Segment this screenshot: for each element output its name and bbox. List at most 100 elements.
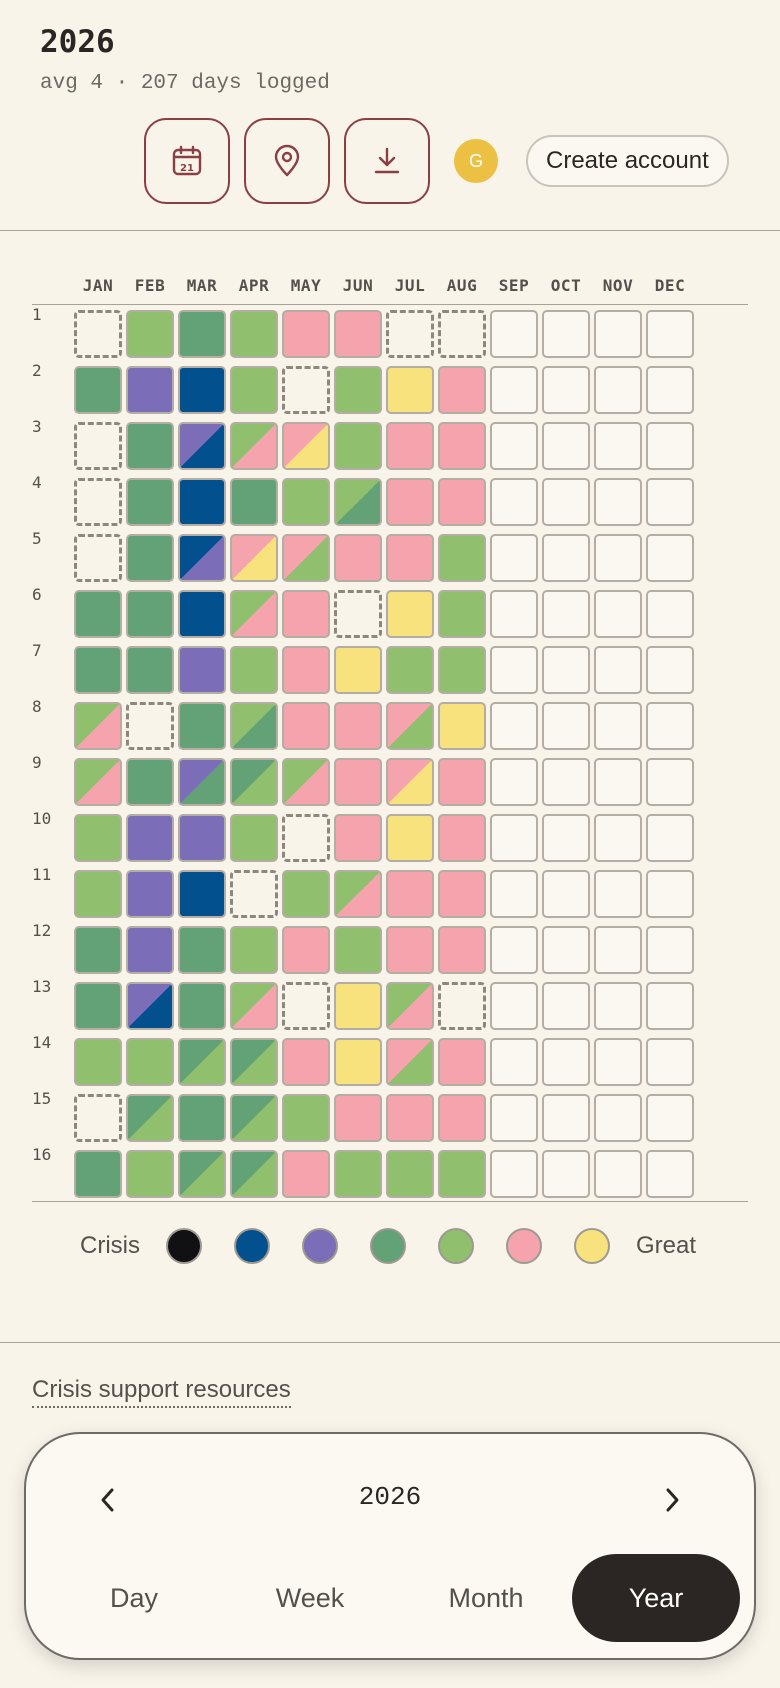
day-cell[interactable] (74, 366, 122, 414)
day-cell[interactable] (594, 1038, 642, 1086)
day-cell[interactable] (490, 926, 538, 974)
day-cell[interactable] (334, 758, 382, 806)
day-cell[interactable] (74, 310, 122, 358)
day-cell[interactable] (438, 478, 486, 526)
day-cell[interactable] (74, 982, 122, 1030)
day-cell[interactable] (542, 1094, 590, 1142)
view-tab-week[interactable]: Week (232, 1554, 388, 1642)
day-cell[interactable] (594, 646, 642, 694)
day-cell[interactable] (646, 1094, 694, 1142)
day-cell[interactable] (230, 422, 278, 470)
day-cell[interactable] (542, 1038, 590, 1086)
day-cell[interactable] (438, 870, 486, 918)
day-cell[interactable] (542, 702, 590, 750)
day-cell[interactable] (386, 534, 434, 582)
day-cell[interactable] (386, 590, 434, 638)
day-cell[interactable] (230, 814, 278, 862)
day-cell[interactable] (230, 702, 278, 750)
day-cell[interactable] (490, 1038, 538, 1086)
day-cell[interactable] (334, 590, 382, 638)
day-cell[interactable] (386, 478, 434, 526)
day-cell[interactable] (282, 534, 330, 582)
day-cell[interactable] (178, 814, 226, 862)
day-cell[interactable] (126, 310, 174, 358)
day-cell[interactable] (490, 646, 538, 694)
day-cell[interactable] (126, 1038, 174, 1086)
day-cell[interactable] (334, 926, 382, 974)
day-cell[interactable] (386, 870, 434, 918)
day-cell[interactable] (646, 366, 694, 414)
day-cell[interactable] (74, 478, 122, 526)
day-cell[interactable] (230, 982, 278, 1030)
day-cell[interactable] (386, 982, 434, 1030)
day-cell[interactable] (542, 870, 590, 918)
day-cell[interactable] (386, 758, 434, 806)
day-cell[interactable] (178, 1150, 226, 1198)
day-cell[interactable] (438, 590, 486, 638)
day-cell[interactable] (646, 646, 694, 694)
day-cell[interactable] (646, 702, 694, 750)
day-cell[interactable] (282, 422, 330, 470)
day-cell[interactable] (126, 534, 174, 582)
next-year-button[interactable] (652, 1480, 692, 1520)
day-cell[interactable] (438, 814, 486, 862)
day-cell[interactable] (490, 870, 538, 918)
day-cell[interactable] (438, 366, 486, 414)
day-cell[interactable] (230, 478, 278, 526)
day-cell[interactable] (438, 646, 486, 694)
day-cell[interactable] (386, 366, 434, 414)
day-cell[interactable] (594, 590, 642, 638)
day-cell[interactable] (178, 758, 226, 806)
day-cell[interactable] (126, 422, 174, 470)
day-cell[interactable] (646, 534, 694, 582)
day-cell[interactable] (594, 926, 642, 974)
day-cell[interactable] (334, 1038, 382, 1086)
day-cell[interactable] (490, 422, 538, 470)
day-cell[interactable] (542, 366, 590, 414)
download-button[interactable] (344, 118, 430, 204)
day-cell[interactable] (438, 702, 486, 750)
day-cell[interactable] (594, 814, 642, 862)
avatar[interactable]: G (454, 139, 498, 183)
day-cell[interactable] (490, 590, 538, 638)
day-cell[interactable] (126, 702, 174, 750)
day-cell[interactable] (282, 870, 330, 918)
crisis-support-link[interactable]: Crisis support resources (32, 1376, 291, 1408)
day-cell[interactable] (646, 758, 694, 806)
day-cell[interactable] (334, 422, 382, 470)
day-cell[interactable] (74, 702, 122, 750)
view-tab-month[interactable]: Month (408, 1554, 564, 1642)
day-cell[interactable] (386, 814, 434, 862)
day-cell[interactable] (230, 310, 278, 358)
day-cell[interactable] (178, 590, 226, 638)
day-cell[interactable] (178, 982, 226, 1030)
day-cell[interactable] (178, 1038, 226, 1086)
day-cell[interactable] (594, 534, 642, 582)
day-cell[interactable] (178, 422, 226, 470)
view-tab-year[interactable]: Year (572, 1554, 740, 1642)
day-cell[interactable] (126, 478, 174, 526)
day-cell[interactable] (542, 926, 590, 974)
day-cell[interactable] (178, 926, 226, 974)
day-cell[interactable] (646, 310, 694, 358)
day-cell[interactable] (542, 534, 590, 582)
day-cell[interactable] (386, 1094, 434, 1142)
day-cell[interactable] (178, 870, 226, 918)
day-cell[interactable] (542, 590, 590, 638)
day-cell[interactable] (646, 1150, 694, 1198)
day-cell[interactable] (126, 926, 174, 974)
day-cell[interactable] (334, 310, 382, 358)
day-cell[interactable] (438, 926, 486, 974)
day-cell[interactable] (646, 870, 694, 918)
day-cell[interactable] (74, 814, 122, 862)
day-cell[interactable] (438, 534, 486, 582)
day-cell[interactable] (490, 478, 538, 526)
day-cell[interactable] (282, 758, 330, 806)
day-cell[interactable] (646, 1038, 694, 1086)
day-cell[interactable] (178, 478, 226, 526)
day-cell[interactable] (230, 926, 278, 974)
day-cell[interactable] (178, 702, 226, 750)
day-cell[interactable] (542, 814, 590, 862)
day-cell[interactable] (334, 702, 382, 750)
day-cell[interactable] (386, 422, 434, 470)
